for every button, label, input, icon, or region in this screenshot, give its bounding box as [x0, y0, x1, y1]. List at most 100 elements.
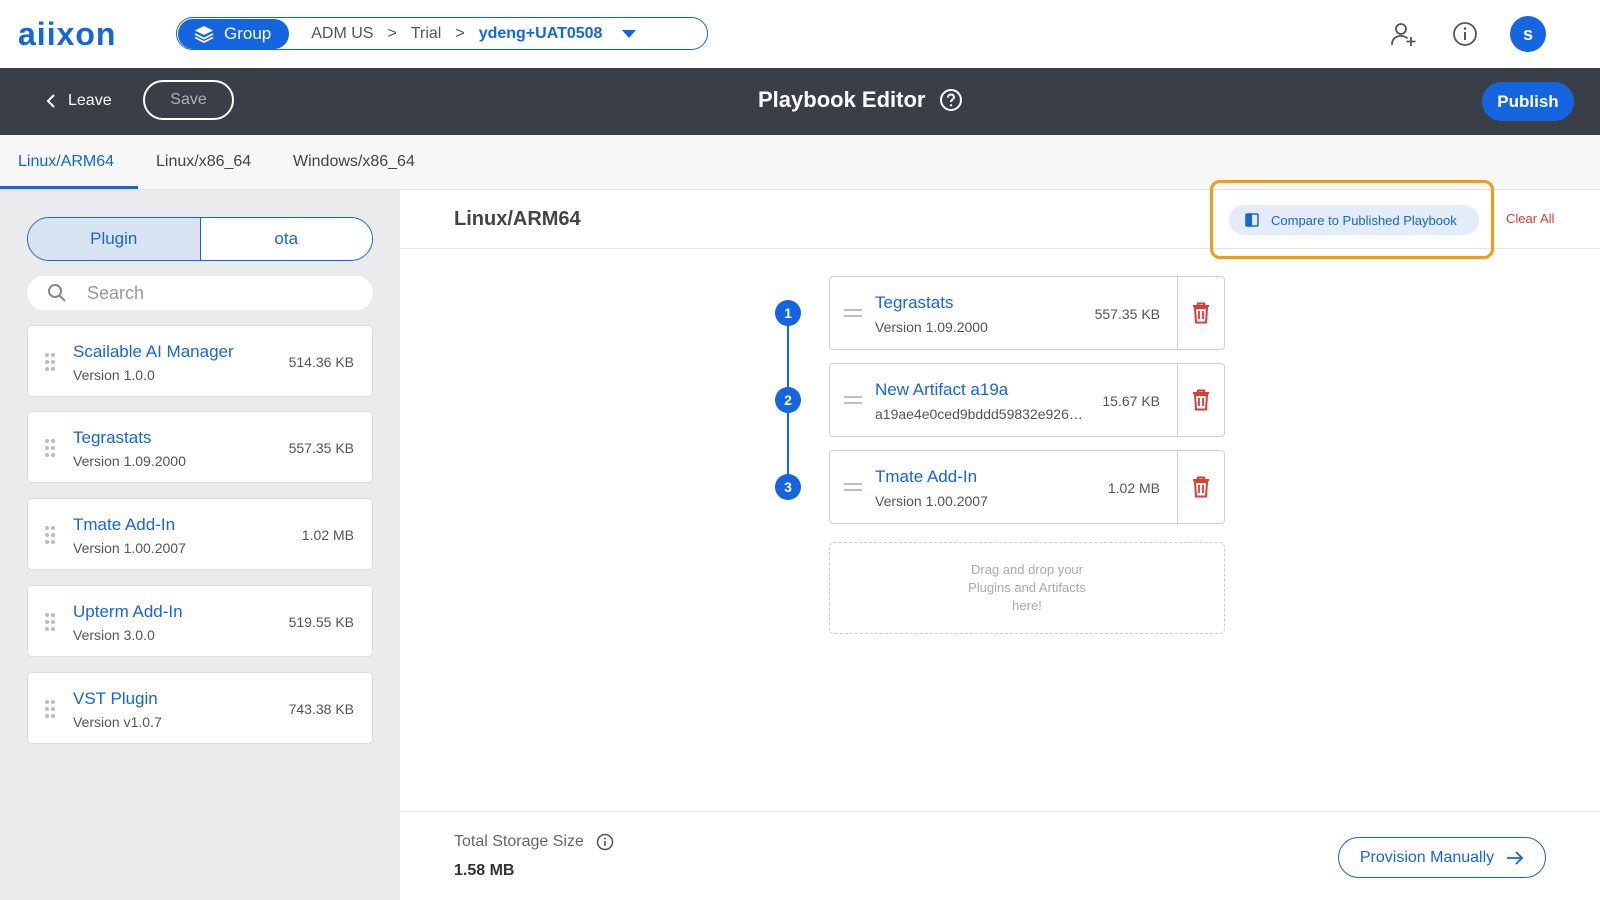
group-label: Group [224, 23, 272, 43]
chevron-right-icon: > [387, 24, 397, 42]
search-input[interactable] [87, 282, 347, 304]
leave-button[interactable]: Leave [46, 92, 112, 110]
playbook-item-size: 1.02 MB [1107, 480, 1160, 496]
drag-handle-icon[interactable] [44, 699, 56, 719]
plugin-size: 557.35 KB [288, 440, 354, 456]
plugin-size: 519.55 KB [288, 614, 354, 630]
plugin-size: 514.36 KB [288, 354, 354, 370]
trash-icon [1193, 389, 1209, 411]
total-storage-value: 1.58 MB [454, 862, 515, 879]
segment-plugin[interactable]: Plugin [28, 218, 201, 260]
trash-icon [1193, 476, 1209, 498]
delete-button[interactable] [1177, 277, 1224, 349]
canvas-header: Linux/ARM64 Compare to Published Playboo… [400, 180, 1600, 259]
provision-label: Provision Manually [1359, 848, 1495, 866]
playbook-item-name: Tegrastats [875, 293, 954, 312]
total-storage: Total Storage Size [454, 833, 614, 851]
active-tab-indicator [0, 186, 138, 189]
plugin-version: Version 1.0.0 [73, 367, 155, 383]
page-title: Playbook Editor [758, 87, 926, 112]
drop-zone-text: Drag and drop your Plugins and Artifacts… [968, 562, 1086, 613]
drop-zone[interactable]: Drag and drop your Plugins and Artifacts… [829, 542, 1225, 634]
clear-all-button[interactable]: Clear All [1506, 211, 1554, 226]
playbook-item[interactable]: New Artifact a19a a19ae4e0ced9bddd59832e… [829, 363, 1225, 437]
layers-icon [194, 25, 214, 43]
step-number: 2 [775, 387, 801, 413]
canvas-title: Linux/ARM64 [454, 208, 581, 230]
plugin-size: 1.02 MB [301, 527, 354, 543]
drag-handle-icon[interactable] [44, 352, 56, 372]
compare-label: Compare to Published Playbook [1271, 212, 1457, 228]
arrow-right-icon [1507, 850, 1524, 865]
help-icon[interactable] [939, 88, 963, 112]
plugin-version: Version 1.00.2007 [73, 540, 186, 556]
plugin-name: VST Plugin [73, 689, 158, 708]
tab-linux-x86-64[interactable]: Linux/x86_64 [156, 153, 251, 171]
plugin-version: Version 3.0.0 [73, 627, 155, 643]
playbook-item[interactable]: Tegrastats Version 1.09.2000 557.35 KB [829, 276, 1225, 350]
type-toggle: Plugin ota [27, 217, 373, 261]
search-icon [48, 284, 66, 302]
delete-button[interactable] [1177, 364, 1224, 436]
breadcrumb: Group ADM US > Trial > ydeng+UAT0508 [176, 17, 708, 50]
plugin-name: Scailable AI Manager [73, 342, 234, 361]
app-logo[interactable]: aiixon [18, 16, 116, 53]
plugin-name: Tegrastats [73, 428, 152, 447]
playbook-canvas: Linux/ARM64 Compare to Published Playboo… [400, 180, 1600, 900]
compare-icon [1245, 213, 1259, 227]
footer: Total Storage Size 1.58 MB Provision Man… [400, 811, 1600, 900]
sidebar: Plugin ota Scailable AI Manager Version … [0, 190, 400, 900]
step-number: 3 [775, 474, 801, 500]
drag-handle-icon[interactable] [844, 309, 862, 317]
chevron-left-icon [46, 94, 55, 108]
playbook-item-size: 15.67 KB [1102, 393, 1160, 409]
playbook-item-size: 557.35 KB [1094, 306, 1160, 322]
editor-header: Leave Save Playbook Editor Publish [0, 68, 1600, 135]
tab-windows-x86-64[interactable]: Windows/x86_64 [293, 153, 415, 171]
plugin-card[interactable]: Tmate Add-In Version 1.00.2007 1.02 MB [27, 498, 373, 570]
drag-handle-icon[interactable] [44, 438, 56, 458]
plugin-card[interactable]: VST Plugin Version v1.0.7 743.38 KB [27, 672, 373, 744]
avatar[interactable]: s [1510, 16, 1546, 52]
playbook-item-name: Tmate Add-In [875, 467, 978, 486]
delete-button[interactable] [1177, 451, 1224, 523]
add-user-icon[interactable] [1390, 20, 1418, 48]
step-number: 1 [775, 300, 801, 326]
title-group: Playbook Editor [758, 87, 963, 113]
plugin-name: Tmate Add-In [73, 515, 176, 534]
drag-handle-icon[interactable] [44, 525, 56, 545]
plugin-card[interactable]: Scailable AI Manager Version 1.0.0 514.3… [27, 325, 373, 397]
playbook-item-version: Version 1.00.2007 [875, 493, 988, 509]
drag-handle-icon[interactable] [844, 483, 862, 491]
playbook-item[interactable]: Tmate Add-In Version 1.00.2007 1.02 MB [829, 450, 1225, 524]
caret-down-icon[interactable] [622, 29, 637, 38]
playbook-item-version: Version 1.09.2000 [875, 319, 988, 335]
breadcrumb-item-org[interactable]: ADM US [311, 25, 373, 43]
compare-button[interactable]: Compare to Published Playbook [1229, 205, 1479, 235]
segment-ota[interactable]: ota [200, 218, 372, 260]
playbook-item-version: a19ae4e0ced9bddd59832e92600… [875, 406, 1089, 422]
drag-handle-icon[interactable] [844, 396, 862, 404]
leave-label: Leave [68, 92, 112, 109]
search-box [27, 276, 373, 310]
group-selector[interactable]: Group [178, 18, 290, 49]
plugin-card[interactable]: Upterm Add-In Version 3.0.0 519.55 KB [27, 585, 373, 657]
publish-button[interactable]: Publish [1482, 82, 1574, 121]
provision-manually-button[interactable]: Provision Manually [1338, 837, 1546, 878]
plugin-size: 743.38 KB [288, 701, 354, 717]
plugin-version: Version v1.0.7 [73, 714, 162, 730]
save-button[interactable]: Save [143, 80, 234, 120]
info-icon[interactable] [1451, 20, 1479, 48]
info-icon[interactable] [596, 833, 614, 851]
trash-icon [1193, 302, 1209, 324]
plugin-name: Upterm Add-In [73, 602, 183, 621]
plugin-version: Version 1.09.2000 [73, 453, 186, 469]
plugin-card[interactable]: Tegrastats Version 1.09.2000 557.35 KB [27, 411, 373, 483]
breadcrumb-item-current[interactable]: ydeng+UAT0508 [479, 25, 603, 43]
playbook-item-name: New Artifact a19a [875, 380, 1009, 399]
top-bar: aiixon Group ADM US > Trial > ydeng+UAT0… [0, 0, 1600, 68]
total-storage-label: Total Storage Size [454, 833, 584, 850]
breadcrumb-item-project[interactable]: Trial [411, 25, 442, 43]
tab-linux-arm64[interactable]: Linux/ARM64 [18, 153, 114, 171]
drag-handle-icon[interactable] [44, 612, 56, 632]
